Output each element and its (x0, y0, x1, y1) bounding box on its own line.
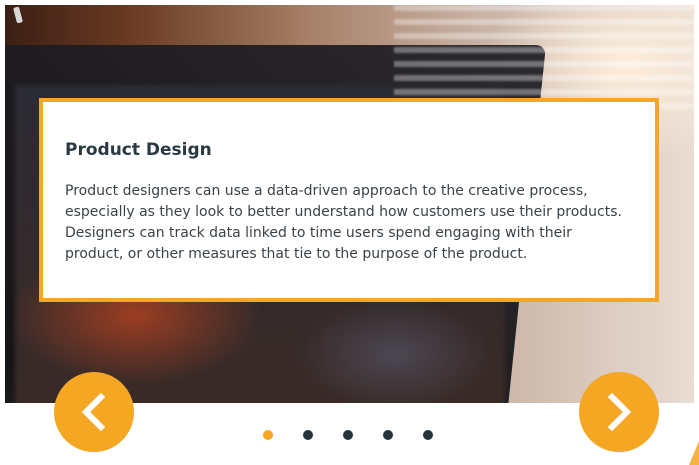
slide-description: Product designers can use a data-driven … (65, 183, 622, 262)
pagination-dot-2[interactable] (303, 430, 313, 440)
pagination-dot-3[interactable] (343, 430, 353, 440)
slide-caption-card: Product Design Product designers can use… (39, 98, 659, 302)
corner-decoration (689, 441, 699, 465)
chevron-right-icon (607, 393, 632, 431)
lamp-image (13, 6, 23, 24)
pagination-dot-5[interactable] (423, 430, 433, 440)
pagination-dot-4[interactable] (383, 430, 393, 440)
next-slide-button[interactable] (579, 372, 659, 452)
slide-title: Product Design (65, 140, 212, 160)
chevron-left-icon (81, 393, 106, 431)
pagination-dot-1[interactable] (263, 430, 273, 440)
slide-pagination (263, 430, 433, 440)
previous-slide-button[interactable] (54, 372, 134, 452)
